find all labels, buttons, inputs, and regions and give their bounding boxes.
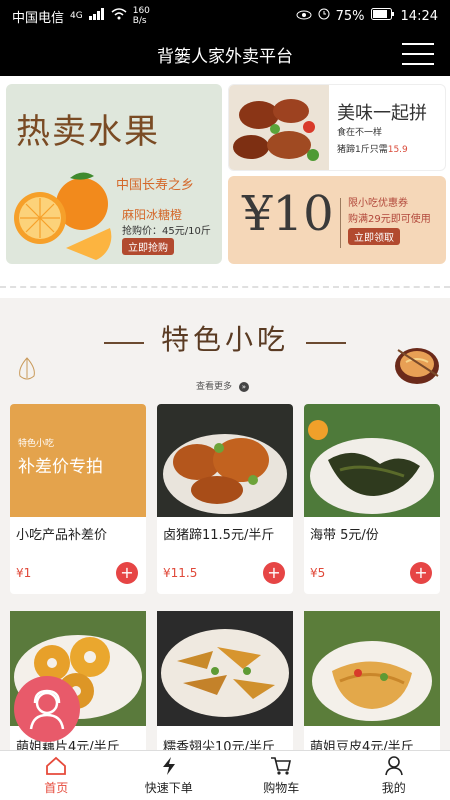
battery-icon [370,8,395,24]
product-image [157,404,293,517]
fruit-banner-product: 麻阳冰糖橙 [122,208,183,222]
fruit-banner-price: 抢购价：45元/10斤 [122,226,211,237]
product-image [304,611,440,726]
lightning-icon [162,756,175,775]
product-price: ¥1 [16,566,32,580]
product-name: 小吃产品补差价 [16,528,108,543]
add-to-cart-button[interactable]: + [116,562,138,584]
tab-quick-order[interactable]: 快速下单 [113,751,226,800]
tab-label: 快速下单 [144,780,193,795]
tab-home[interactable]: 首页 [0,751,113,800]
customer-service-button[interactable] [14,676,80,742]
main-content: 热卖水果 中国长寿之乡 麻阳冰糖橙 抢购价：45元/10斤 立即抢购 美味一起拼… [0,76,450,750]
meat-price-label: 猪蹄1斤只需 [337,145,388,155]
tab-cart[interactable]: 购物车 [225,751,338,800]
cart-icon [271,756,292,775]
product-card[interactable]: 卤猪蹄11.5元/半斤 ¥11.5 + [157,404,293,594]
product-name: 卤猪蹄11.5元/半斤 [163,528,275,543]
add-to-cart-button[interactable]: + [410,562,432,584]
product-image-text: 补差价专拍 [18,457,103,477]
status-bar: 中国电信 4G 160 B/s 75% 14:24 [0,0,450,32]
header: 背篓人家外卖平台 [0,32,450,76]
orange-image [14,172,112,260]
claim-coupon-button[interactable]: 立即领取 [348,228,400,245]
add-to-cart-button[interactable]: + [263,562,285,584]
product-name: 萌姐豆皮4元/半斤 [310,740,414,750]
alarm-icon [318,8,330,24]
product-card[interactable]: 海带 5元/份 ¥5 + [304,404,440,594]
product-image: 特色小吃 补差价专拍 [10,404,146,517]
page-title: 背篓人家外卖平台 [157,46,293,67]
buy-now-button[interactable]: 立即抢购 [122,238,174,255]
carrier-label: 中国电信 [12,10,65,26]
eye-icon [296,9,312,24]
speed-label: 160 B/s [132,6,150,26]
signal-icon [88,8,105,24]
meat-price-value: 15.9 [387,145,408,155]
product-name: 糯香翅尖10元/半斤 [163,740,275,750]
tab-label: 我的 [381,780,406,795]
braised-pork-image [229,85,329,170]
meat-banner-title: 美味一起拼 [337,103,427,124]
title-line-left [104,342,144,344]
coupon-title: 限小吃优惠券 [348,198,408,209]
meat-banner-price: 猪蹄1斤只需15.9 [337,142,408,155]
network-label: 4G [70,11,83,21]
garlic-icon [19,357,35,380]
coupon-banner[interactable]: ¥10 限小吃优惠券 购满29元即可使用 立即领取 [228,176,446,264]
meat-banner[interactable]: 美味一起拼 食在不一样 猪蹄1斤只需15.9 [228,84,446,171]
see-more-link[interactable]: 查看更多 » [196,379,249,392]
section-header: 特色小吃 [0,318,450,358]
product-price: ¥11.5 [163,566,198,580]
tab-label: 购物车 [263,780,300,795]
coupon-condition: 购满29元即可使用 [348,214,431,225]
product-card[interactable]: 特色小吃 补差价专拍 小吃产品补差价 ¥1 + [10,404,146,594]
meat-banner-subtitle: 食在不一样 [337,128,383,138]
menu-icon[interactable] [402,43,434,65]
wifi-icon [111,8,127,24]
tab-label: 首页 [44,780,69,795]
section-title: 特色小吃 [160,323,289,356]
product-image [157,611,293,726]
product-price: ¥5 [310,566,326,580]
see-more-label: 查看更多 [196,382,233,392]
customer-service-icon [29,689,65,730]
home-icon [46,756,67,775]
fruit-banner[interactable]: 热卖水果 中国长寿之乡 麻阳冰糖橙 抢购价：45元/10斤 立即抢购 [6,84,222,264]
product-image [304,404,440,517]
tab-profile[interactable]: 我的 [338,751,450,800]
fruit-banner-title: 热卖水果 [16,112,160,152]
product-card[interactable]: 萌姐豆皮4元/半斤 [304,611,440,750]
product-image-caption: 特色小吃 [18,439,55,449]
bottom-tab-bar: 首页 快速下单 购物车 我的 [0,750,450,800]
product-name: 海带 5元/份 [310,528,379,543]
title-line-right [306,342,346,344]
fruit-banner-subtitle: 中国长寿之乡 [116,178,195,193]
coupon-divider [340,198,341,248]
product-card[interactable]: 糯香翅尖10元/半斤 [157,611,293,750]
coupon-amount: ¥10 [242,186,334,242]
user-icon [384,755,403,775]
noodle-bowl-icon [395,348,439,384]
clock-time: 14:24 [400,8,438,24]
chevron-right-icon: » [238,382,249,392]
dashed-divider [0,286,450,288]
battery-percent: 75% [335,8,365,24]
